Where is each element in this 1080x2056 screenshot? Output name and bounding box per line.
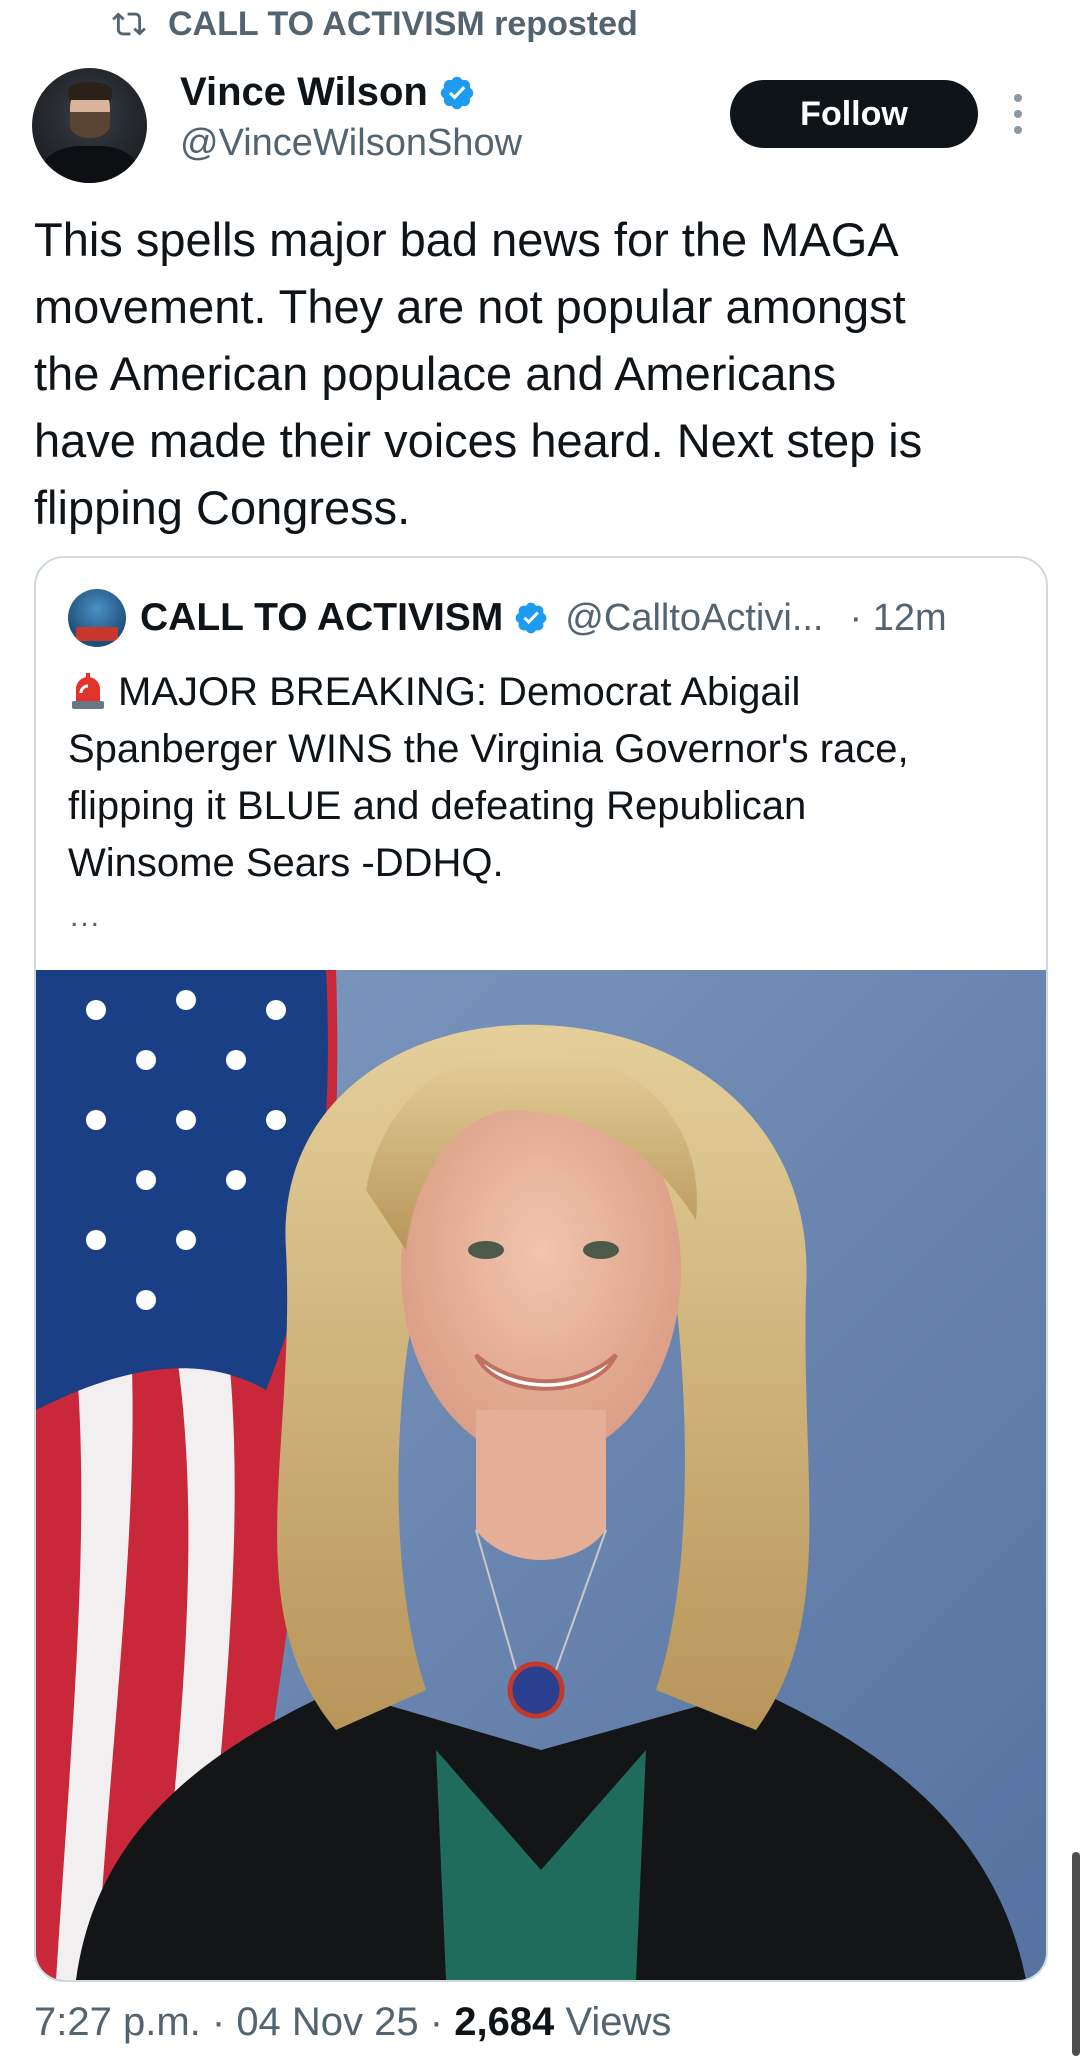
quoted-tweet-photo[interactable] (36, 970, 1046, 1980)
tweet-line: This spells major bad news for the MAGA (34, 213, 899, 266)
quoted-tweet-line: MAJOR BREAKING: Democrat Abigail (118, 670, 801, 714)
tweet-line: have made their voices heard. Next step … (34, 414, 923, 467)
quoted-timestamp[interactable]: · 12m (850, 597, 947, 640)
repost-icon (112, 12, 146, 36)
verified-badge-icon (515, 602, 547, 634)
follow-button[interactable]: Follow (730, 80, 978, 148)
quoted-tweet-line: flipping it BLUE and defeating Republica… (68, 784, 807, 828)
more-options-icon[interactable] (1010, 94, 1026, 134)
views-label: Views (565, 2000, 672, 2044)
tweet-time[interactable]: 7:27 p.m. (34, 2000, 201, 2044)
views-count: 2,684 (454, 2000, 555, 2044)
verified-badge-icon (440, 76, 474, 109)
author-handle[interactable]: @VinceWilsonShow (180, 122, 522, 165)
tweet-text: This spells major bad news for the MAGA … (34, 206, 1044, 541)
tweet-line: flipping Congress. (34, 481, 411, 534)
quoted-tweet-text: MAJOR BREAKING: Democrat Abigail Spanber… (68, 664, 1008, 892)
quoted-author-avatar[interactable] (68, 589, 126, 647)
portrait-image (36, 970, 1046, 1980)
quoted-tweet-card[interactable]: CALL TO ACTIVISM @CalltoActivi... · 12m … (34, 556, 1048, 1982)
repost-text: CALL TO ACTIVISM reposted (168, 4, 638, 43)
quoted-author-name[interactable]: CALL TO ACTIVISM (140, 596, 503, 640)
scrollbar-thumb[interactable] (1072, 1852, 1080, 2056)
tweet-line: the American populace and Americans (34, 347, 837, 400)
tweet-line: movement. They are not popular amongst (34, 280, 906, 333)
author-name-row[interactable]: Vince Wilson (180, 70, 476, 115)
repost-indicator[interactable]: CALL TO ACTIVISM reposted (112, 2, 638, 46)
tweet-meta: 7:27 p.m. · 04 Nov 25 · 2,684 Views (34, 2000, 672, 2044)
tweet-date[interactable]: 04 Nov 25 (236, 2000, 418, 2044)
quoted-tweet-header: CALL TO ACTIVISM @CalltoActivi... · 12m (68, 588, 1028, 648)
truncation-ellipsis: ... (70, 900, 102, 933)
quoted-author-handle[interactable]: @CalltoActivi... (565, 597, 823, 640)
siren-emoji-icon (72, 673, 104, 709)
author-avatar[interactable] (32, 68, 147, 183)
author-name[interactable]: Vince Wilson (180, 70, 428, 115)
quoted-tweet-line: Winsome Sears -DDHQ. (68, 841, 504, 885)
quoted-tweet-line: Spanberger WINS the Virginia Governor's … (68, 727, 909, 771)
